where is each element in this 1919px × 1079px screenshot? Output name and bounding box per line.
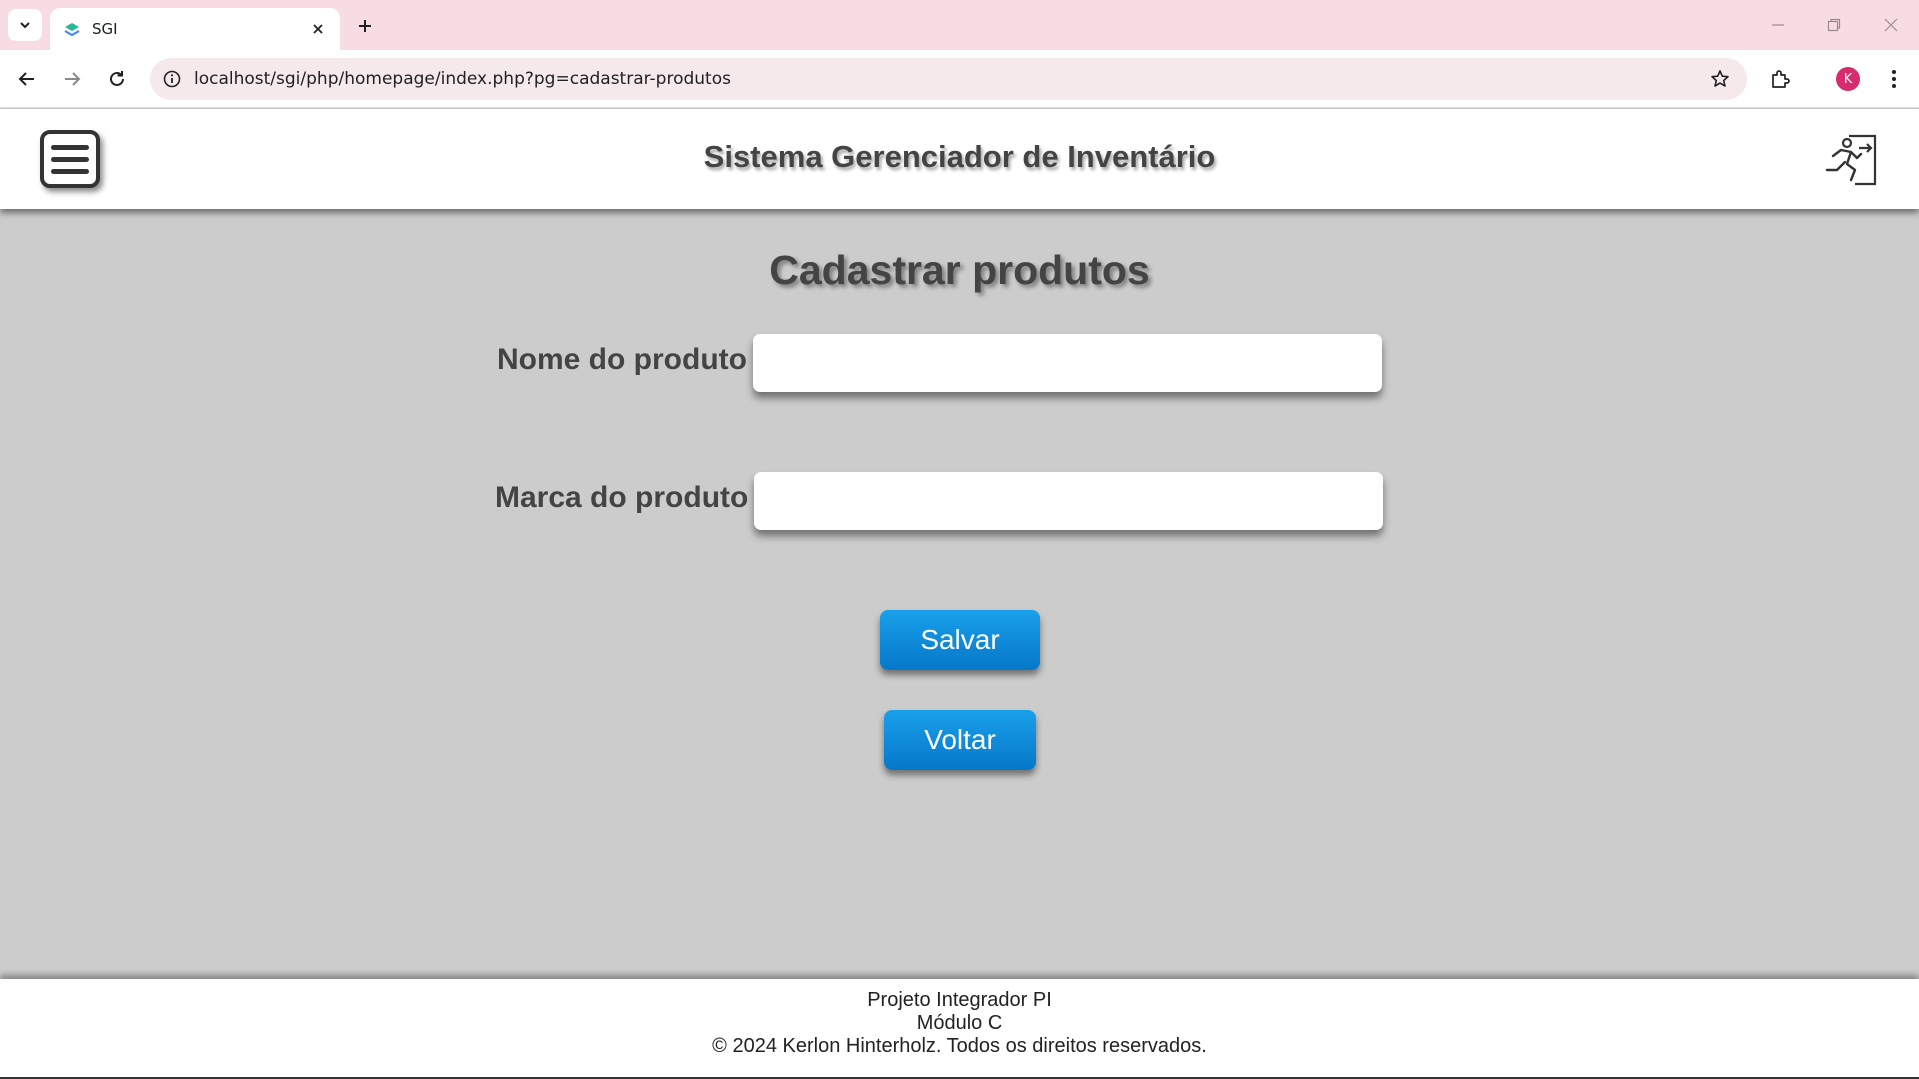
back-button-form[interactable]: Voltar — [884, 710, 1036, 770]
reload-icon — [110, 71, 124, 86]
sgi-favicon-icon — [62, 19, 82, 39]
product-name-input[interactable] — [753, 334, 1382, 392]
close-tab-icon[interactable] — [308, 19, 328, 39]
minimize-button[interactable] — [1758, 10, 1798, 40]
tab-search-button[interactable] — [8, 9, 42, 41]
restore-icon — [1827, 18, 1841, 32]
profile-avatar[interactable]: K — [1836, 67, 1860, 91]
chevron-down-icon — [20, 22, 30, 29]
site-title: Sistema Gerenciador de Inventário — [703, 139, 1216, 174]
bookmark-star-icon[interactable] — [1705, 64, 1735, 94]
exit-running-icon — [1825, 134, 1877, 186]
product-brand-input[interactable] — [754, 472, 1383, 530]
browser-toolbar: localhost/sgi/php/homepage/index.php?pg=… — [0, 50, 1919, 108]
reload-button[interactable] — [100, 62, 134, 96]
browser-tabstrip: SGI — [0, 0, 1919, 50]
footer-project: Projeto Integrador PI — [867, 989, 1052, 1011]
site-header: Sistema Gerenciador de Inventário — [0, 109, 1919, 209]
new-tab-button[interactable] — [350, 12, 380, 40]
browser-menu-button[interactable] — [1877, 62, 1911, 96]
tab-title: SGI — [92, 20, 118, 38]
footer-copyright: © 2024 Kerlon Hinterholz. Todos os direi… — [712, 1035, 1207, 1057]
forward-button[interactable] — [55, 62, 89, 96]
browser-tab[interactable]: SGI — [50, 8, 340, 50]
site-info-icon[interactable] — [160, 67, 184, 91]
close-window-button[interactable] — [1871, 10, 1911, 40]
save-button[interactable]: Salvar — [880, 610, 1040, 670]
site-footer: Projeto Integrador PI Módulo C © 2024 Ke… — [0, 979, 1919, 1079]
minimize-icon — [1772, 24, 1784, 26]
plus-icon — [359, 20, 371, 32]
product-brand-label: Marca do produto — [495, 481, 749, 514]
more-vertical-icon — [1892, 70, 1896, 88]
puzzle-icon — [1772, 70, 1790, 88]
logout-button[interactable] — [1820, 129, 1880, 189]
page-title: Cadastrar produtos — [769, 247, 1150, 293]
extensions-button[interactable] — [1763, 62, 1797, 96]
close-icon — [1884, 18, 1898, 32]
arrow-left-icon — [18, 72, 34, 86]
url-text[interactable]: localhost/sgi/php/homepage/index.php?pg=… — [194, 69, 1705, 89]
restore-button[interactable] — [1814, 10, 1854, 40]
address-bar[interactable]: localhost/sgi/php/homepage/index.php?pg=… — [150, 58, 1747, 100]
product-name-label: Nome do produto — [497, 343, 747, 376]
arrow-right-icon — [65, 72, 81, 86]
footer-module: Módulo C — [916, 1012, 1003, 1034]
back-button[interactable] — [10, 62, 44, 96]
